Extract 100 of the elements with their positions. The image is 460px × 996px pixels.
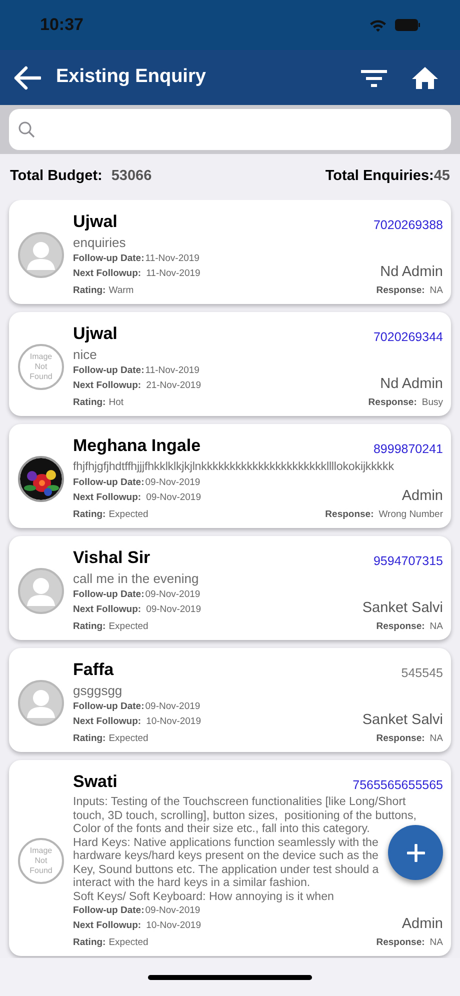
assigned-owner: Admin: [402, 915, 443, 933]
plus-icon: [406, 844, 424, 862]
description-text: Key, Sound buttons etc. The application under test should a: [73, 862, 379, 876]
phone-number[interactable]: 9594707315: [373, 553, 443, 569]
followup-date: 11-Nov-2019: [145, 364, 200, 378]
contact-name: Faffa: [73, 659, 114, 681]
battery-icon: [395, 19, 420, 31]
phone-number[interactable]: 7020269388: [373, 217, 443, 233]
description-text: Color of the fonts and their size etc., fall into this category.: [73, 822, 370, 836]
enquiry-card[interactable]: Image Not Found Ujwal 7020269344 nice Follow-up Date:11-Nov-2019 Next Followup: 21-Nov-2019 Rating: Hot Nd Admin Response: Busy: [9, 312, 451, 416]
rating-value: Expected: [108, 620, 148, 634]
total-budget-value: 53066: [111, 167, 152, 186]
field-label: Rating:: [73, 936, 106, 950]
assigned-owner: Sanket Salvi: [362, 599, 443, 617]
field-label: Response:: [325, 508, 374, 522]
placeholder-text: Found: [30, 372, 52, 382]
field-label: Follow-up Date:: [73, 700, 144, 714]
field-label: Next Followup:: [73, 603, 142, 617]
followup-date: 09-Nov-2019: [145, 904, 200, 918]
contact-name: Vishal Sir: [73, 547, 150, 569]
person-placeholder-icon: [18, 568, 64, 614]
phone-number[interactable]: 545545: [401, 665, 443, 681]
field-label: Next Followup:: [73, 919, 142, 933]
field-label: Next Followup:: [73, 267, 142, 281]
field-label: Follow-up Date:: [73, 252, 144, 266]
enquiry-card[interactable]: Meghana Ingale 8999870241 fhjfhjgfjhdtffhjjjfhkklklkjkjlnkkkkkkkkkkkkkkkkkkkkkkllllokokijkkkkk Follow-up Date:09-Nov-2019 Next Followup: 09-Nov-2019 Rating: Expected Admin Response: Wrong Number: [9, 424, 451, 528]
status-time: 10:37: [40, 14, 84, 36]
response-value: NA: [430, 620, 443, 634]
screen-title: Existing Enquiry: [56, 65, 207, 90]
description-text: gsggsgg: [73, 683, 124, 699]
total-budget-label: Total Budget:: [10, 167, 102, 186]
enquiry-card[interactable]: Faffa 545545 gsggsgg Follow-up Date:09-Nov-2019 Next Followup: 10-Nov-2019 Rating: Expected Sanket Salvi Response: NA: [9, 648, 451, 752]
rating-value: Hot: [108, 396, 124, 410]
followup-date: 09-Nov-2019: [145, 588, 200, 602]
next-followup-date: 11-Nov-2019: [146, 267, 200, 281]
field-label: Response:: [376, 936, 425, 950]
phone-number[interactable]: 7565565655565: [352, 777, 443, 793]
rating-value: Expected: [108, 936, 148, 950]
assigned-owner: Sanket Salvi: [362, 711, 443, 729]
description-text: hardware keys/hard keys present on the device such as the: [73, 849, 378, 862]
person-placeholder-icon: [18, 232, 64, 278]
phone-number[interactable]: 8999870241: [373, 441, 443, 457]
description-text: Inputs: Testing of the Touchscreen functionalities [like Long/Short: [73, 795, 406, 808]
total-enquiries-label: Total Enquiries:: [325, 167, 434, 186]
rating-value: Expected: [108, 732, 148, 746]
enquiry-card[interactable]: [9, 760, 451, 956]
followup-date: 09-Nov-2019: [145, 476, 200, 490]
response-value: Wrong Number: [378, 508, 443, 522]
home-icon[interactable]: [411, 66, 439, 90]
description-text: touch, 3D touch, scrolling], button sizes, positioning of the buttons,: [73, 808, 417, 822]
field-label: Response:: [376, 284, 425, 298]
next-followup-date: 10-Nov-2019: [146, 715, 201, 729]
description-text: interact with the hard keys in a similar fashion.: [73, 876, 310, 890]
next-followup-date: 10-Nov-2019: [146, 919, 201, 933]
description-text: Hard Keys: Native applications function seamlessly with the: [73, 836, 378, 849]
description-text: nice: [73, 347, 98, 363]
contact-name: Swati: [73, 771, 118, 793]
total-enquiries-value: 45: [434, 167, 450, 186]
placeholder-text: Image: [30, 352, 52, 362]
wifi-icon: [369, 18, 387, 32]
rating-value: Warm: [108, 284, 134, 298]
field-label: Rating:: [73, 508, 106, 522]
enquiry-card[interactable]: Vishal Sir 9594707315 call me in the evening Follow-up Date:09-Nov-2019 Next Followup: 09-Nov-2019 Rating: Expected Sanket Salvi Response: NA: [9, 536, 451, 640]
response-value: NA: [430, 284, 443, 298]
description-text: call me in the evening: [73, 571, 200, 587]
next-followup-date: 09-Nov-2019: [146, 491, 201, 505]
search-icon: [18, 121, 35, 138]
response-value: NA: [430, 732, 443, 746]
phone-number[interactable]: 7020269344: [373, 329, 443, 345]
assigned-owner: Nd Admin: [380, 375, 443, 393]
field-label: Rating:: [73, 284, 106, 298]
filter-icon[interactable]: [361, 68, 387, 88]
contact-name: Ujwal: [73, 323, 118, 345]
placeholder-text: Not: [34, 362, 48, 372]
placeholder-text: Image: [30, 846, 52, 856]
field-label: Response:: [376, 620, 425, 634]
search-field[interactable]: [9, 109, 451, 150]
followup-date: 11-Nov-2019: [145, 252, 200, 266]
response-value: Busy: [422, 396, 443, 410]
field-label: Response:: [376, 732, 425, 746]
field-label: Rating:: [73, 620, 106, 634]
placeholder-text: Not: [34, 856, 48, 866]
rating-value: Expected: [108, 508, 148, 522]
next-followup-date: 21-Nov-2019: [146, 379, 201, 393]
enquiry-card[interactable]: Ujwal 7020269388 enquiries Follow-up Date:11-Nov-2019 Next Followup: 11-Nov-2019 Rating: Warm Nd Admin Response: NA: [9, 200, 451, 304]
assigned-owner: Nd Admin: [380, 263, 443, 281]
field-label: Follow-up Date:: [73, 904, 144, 918]
field-label: Follow-up Date:: [73, 476, 144, 490]
field-label: Next Followup:: [73, 715, 142, 729]
response-value: NA: [430, 936, 443, 950]
assigned-owner: Admin: [402, 487, 443, 505]
next-followup-date: 09-Nov-2019: [146, 603, 201, 617]
placeholder-text: Found: [30, 866, 52, 876]
field-label: Follow-up Date:: [73, 588, 144, 602]
field-label: Rating:: [73, 396, 106, 410]
description-text: Soft Keys/ Soft Keyboard: How annoying is it when: [73, 890, 334, 903]
field-label: Rating:: [73, 732, 106, 746]
contact-name: Ujwal: [73, 211, 118, 233]
field-label: Follow-up Date:: [73, 364, 144, 378]
back-arrow-icon[interactable]: [13, 64, 41, 90]
